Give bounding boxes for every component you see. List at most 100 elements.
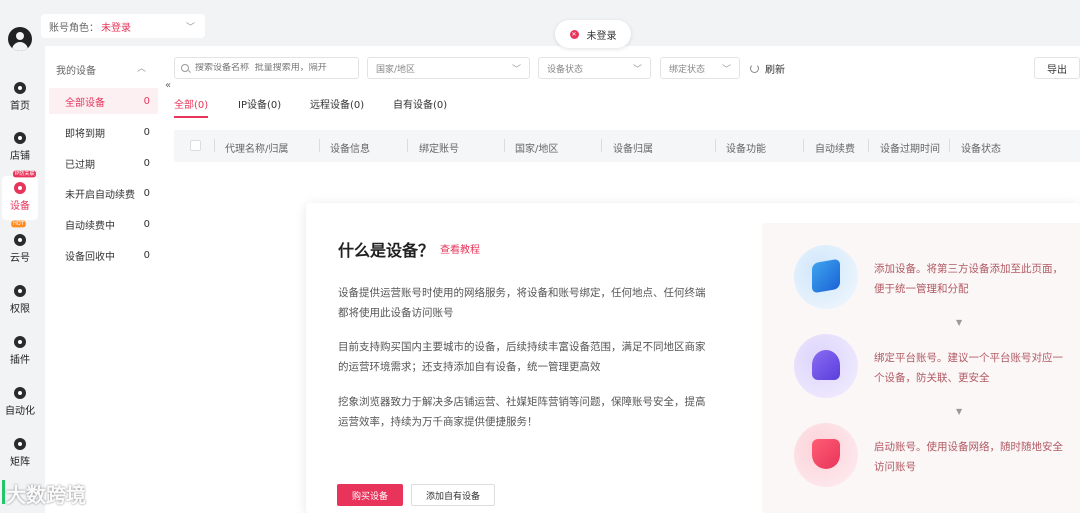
column-device-function: 设备功能 — [726, 144, 766, 155]
nav-home[interactable]: 首页 — [0, 76, 40, 120]
account-glyph-icon — [812, 350, 840, 380]
column-divider — [601, 139, 602, 152]
chevron-down-icon: ﹀ — [632, 65, 642, 75]
tab-ip-devices[interactable]: IP设备(0) — [238, 96, 281, 111]
country-select[interactable]: 国家/地区 ﹀ — [367, 57, 530, 79]
column-divider — [803, 139, 804, 152]
column-divider — [949, 139, 950, 152]
category-label: 已过期 — [65, 159, 95, 171]
device-status-select[interactable]: 设备状态 ﹀ — [538, 57, 651, 79]
category-count: 0 — [143, 218, 150, 230]
automation-icon — [14, 387, 26, 399]
chevron-down-icon: ﹀ — [511, 65, 521, 75]
step-add-device: 添加设备。将第三方设备添加至此页面，便于统一管理和分配 — [874, 263, 1063, 295]
nav-automation[interactable]: 自动化 — [0, 381, 40, 425]
category-count: 0 — [143, 249, 150, 261]
nav-matrix-label: 矩阵 — [10, 457, 30, 468]
nav-shop-label: 店铺 — [10, 151, 30, 162]
device-search-box[interactable] — [174, 57, 359, 79]
intro-paragraph: 挖象浏览器致力于解决多店铺运营、社媒矩阵营销等问题，保障账号安全，提高运营效率，… — [338, 396, 706, 428]
nav-shop[interactable]: 店铺 — [0, 126, 40, 170]
column-device-info: 设备信息 — [330, 144, 370, 155]
nav-cloud[interactable]: HOT 云号 — [0, 220, 40, 272]
home-icon — [14, 82, 26, 94]
chevron-down-icon: ﹀ — [721, 65, 731, 75]
device-table-header: 代理名称/归属 设备信息 绑定账号 国家/地区 设备归属 设备功能 自动续费 设… — [174, 130, 1080, 162]
matrix-icon — [14, 438, 26, 450]
category-expiring-soon[interactable]: 即将到期 0 — [49, 119, 158, 145]
device-status-placeholder: 设备状态 — [547, 64, 584, 75]
nav-permission[interactable]: 权限 — [0, 279, 40, 323]
category-count: 0 — [143, 95, 150, 107]
nav-device[interactable]: IP防关联 设备 — [2, 170, 38, 220]
export-button[interactable]: 导出 — [1034, 57, 1080, 79]
tab-all[interactable]: 全部(0) — [174, 96, 209, 118]
toast-text: 未登录 — [586, 30, 617, 42]
column-divider — [715, 139, 716, 152]
category-count: 0 — [143, 126, 150, 138]
chevron-down-icon: ﹀ — [185, 23, 195, 33]
add-own-device-button[interactable]: 添加自有设备 — [411, 484, 495, 506]
refresh-label: 刷新 — [765, 65, 785, 76]
category-label: 全部设备 — [65, 97, 105, 109]
hot-badge: HOT — [11, 220, 26, 228]
category-autorenew-off[interactable]: 未开启自动续费 0 — [49, 180, 158, 206]
column-device-status: 设备状态 — [961, 144, 1001, 155]
add-device-step-icon — [794, 245, 858, 309]
nav-plugin-label: 插件 — [10, 355, 30, 366]
intro-paragraph: 目前支持购买国内主要城市的设备，后续持续丰富设备范围，满足不同地区商家的运营环境… — [338, 341, 706, 373]
column-expiry-time: 设备过期时间 — [880, 144, 940, 155]
nav-plugin[interactable]: 插件 — [0, 330, 40, 374]
buy-device-button[interactable]: 购买设备 — [337, 484, 403, 506]
device-intro-card: 什么是设备？ 查看教程 设备提供运营账号时使用的网络服务，将设备和账号绑定，任何… — [306, 203, 1080, 513]
select-all-checkbox[interactable] — [190, 140, 201, 151]
role-label: 账号角色： — [49, 22, 99, 34]
intro-paragraph: 设备提供运营账号时使用的网络服务，将设备和账号绑定，任何地点、任何终端都将使用此… — [338, 287, 706, 319]
refresh-button[interactable]: 刷新 — [750, 61, 785, 76]
category-recycling[interactable]: 设备回收中 0 — [49, 242, 158, 268]
nav-matrix[interactable]: 矩阵 — [0, 432, 40, 476]
step-bind-account: 绑定平台账号。建议一个平台账号对应一个设备，防关联、更安全 — [874, 352, 1063, 384]
column-divider — [319, 139, 320, 152]
column-device-owner: 设备归属 — [613, 144, 653, 155]
category-label: 未开启自动续费 — [65, 189, 135, 201]
column-divider — [214, 139, 215, 152]
column-auto-renew: 自动续费 — [815, 144, 855, 155]
category-label: 即将到期 — [65, 128, 105, 140]
account-role-select[interactable]: 账号角色： 未登录 ﹀ — [41, 14, 205, 38]
category-all-devices[interactable]: 全部设备 0 — [49, 88, 158, 114]
ip-antilink-badge: IP防关联 — [13, 170, 37, 178]
role-value: 未登录 — [101, 22, 131, 34]
nav-cloud-label: 云号 — [10, 253, 30, 264]
category-label: 设备回收中 — [65, 251, 115, 263]
watermark-accent — [2, 480, 5, 504]
column-divider — [504, 139, 505, 152]
user-avatar-icon[interactable] — [8, 27, 32, 51]
shop-icon — [14, 132, 26, 144]
nav-permission-label: 权限 — [10, 304, 30, 315]
shield-glyph-icon — [812, 439, 840, 469]
collapse-panel-icon[interactable]: « — [165, 80, 171, 91]
bind-account-step-icon — [794, 334, 858, 398]
nav-device-label: 设备 — [10, 201, 30, 212]
column-bound-account: 绑定账号 — [419, 144, 459, 155]
device-category-panel: 我的设备 ︿ 全部设备 0 即将到期 0 已过期 0 未开启自动续费 0 自动续… — [45, 46, 162, 513]
nav-automation-label: 自动化 — [5, 406, 35, 417]
intro-title: 什么是设备？ — [338, 241, 435, 260]
error-icon: ✕ — [569, 29, 579, 39]
left-nav-rail: 首页 店铺 IP防关联 设备 HOT 云号 权限 插件 自动化 矩阵 — [0, 0, 40, 513]
permission-icon — [14, 285, 26, 297]
tab-own-devices[interactable]: 自有设备(0) — [393, 96, 447, 111]
watermark-text: 大数跨境 — [6, 483, 86, 507]
tab-remote-devices[interactable]: 远程设备(0) — [310, 96, 364, 111]
category-autorenew-on[interactable]: 自动续费中 0 — [49, 211, 158, 237]
device-glyph-icon — [812, 258, 840, 294]
device-search-input[interactable] — [195, 63, 355, 73]
category-expired[interactable]: 已过期 0 — [49, 150, 158, 176]
column-divider — [868, 139, 869, 152]
view-tutorial-link[interactable]: 查看教程 — [440, 241, 480, 256]
chevron-up-icon[interactable]: ︿ — [137, 61, 146, 74]
bind-status-select[interactable]: 绑定状态 ﹀ — [660, 57, 740, 79]
nav-home-label: 首页 — [10, 101, 30, 112]
not-logged-in-toast: ✕ 未登录 — [555, 20, 631, 48]
